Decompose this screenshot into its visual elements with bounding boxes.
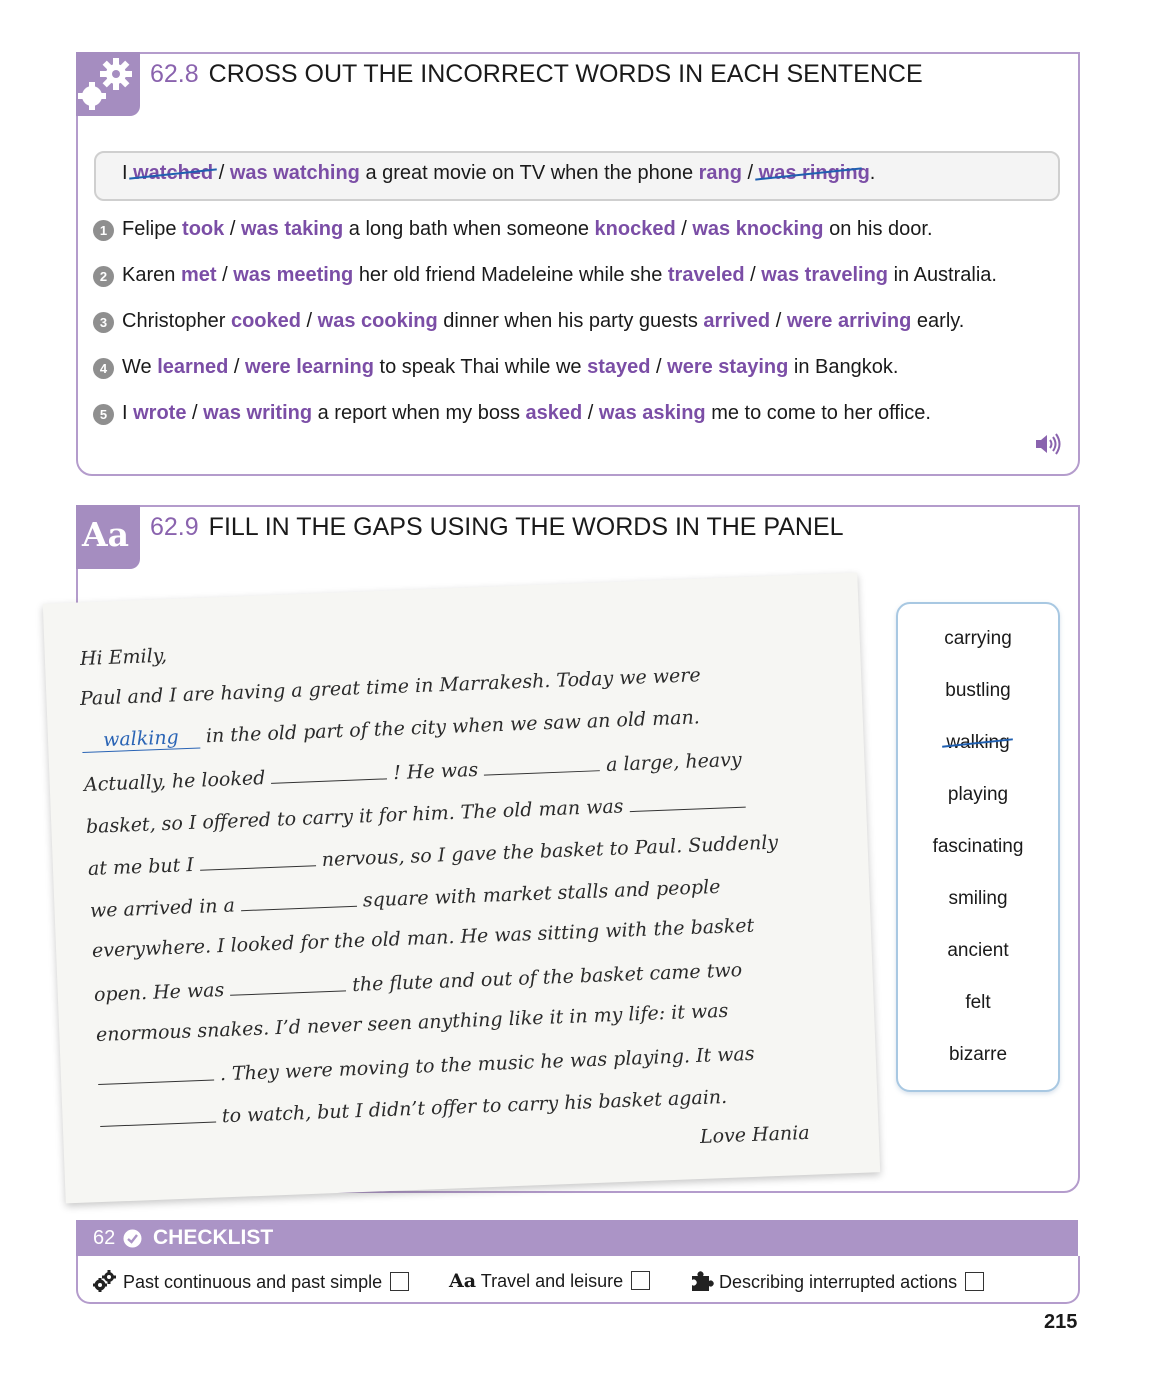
word-option[interactable]: playing	[898, 784, 1058, 806]
word-option[interactable]: bustling	[898, 680, 1058, 702]
item-number-badge: 1	[93, 220, 114, 241]
crossed-option: was ringin	[758, 162, 858, 184]
page-number: 215	[1044, 1311, 1078, 1333]
checklist-header: 62 CHECKLIST	[76, 1220, 1078, 1256]
word-option[interactable]: ancient	[898, 940, 1058, 962]
exercise-sentence: We learned / were learning to speak Thai…	[122, 356, 899, 378]
letter-signature: Love Hania	[699, 1121, 810, 1148]
item-number-badge: 2	[93, 266, 114, 287]
gap-blank[interactable]	[99, 1107, 217, 1127]
option-d[interactable]: was asking	[599, 402, 706, 424]
audio-speaker-icon[interactable]	[1034, 432, 1062, 456]
option-d[interactable]: were staying	[667, 356, 788, 378]
gap-blank[interactable]	[97, 1065, 215, 1085]
correct-option: was watching	[229, 162, 360, 184]
option-b[interactable]: was writing	[203, 402, 312, 424]
exercise-title: 62.9 FILL IN THE GAPS USING THE WORDS IN …	[150, 513, 844, 542]
option-d[interactable]: were arriving	[787, 310, 912, 332]
example-sentence: I watched / was watching a great movie o…	[122, 162, 876, 184]
word-panel: carrying bustling walking playing fascin…	[896, 602, 1060, 1092]
puzzle-piece-icon	[692, 1271, 714, 1291]
option-a[interactable]: met	[181, 264, 217, 286]
vocabulary-icon: Aa	[82, 515, 129, 554]
checklist-item: Aa Travel and leisure	[449, 1270, 651, 1292]
item-number-badge: 5	[93, 404, 114, 425]
gap-blank[interactable]	[199, 851, 316, 871]
gap-blank[interactable]	[229, 976, 347, 996]
word-option[interactable]: bizarre	[898, 1044, 1058, 1066]
option-a[interactable]: cooked	[231, 310, 301, 332]
crossed-option: watched	[133, 162, 214, 184]
gap-blank[interactable]	[240, 891, 358, 912]
exercise-tab-vocabulary: Aa	[76, 505, 140, 569]
vocabulary-icon: Aa	[449, 1270, 477, 1292]
correct-option: rang	[698, 162, 742, 184]
gap-blank[interactable]	[270, 764, 388, 784]
exercise-sentence: Christopher cooked / was cooking dinner …	[122, 310, 965, 332]
gap-blank[interactable]	[483, 756, 601, 776]
checklist-item: Describing interrupted actions	[690, 1270, 985, 1293]
option-c[interactable]: traveled	[668, 264, 745, 286]
letter-greeting: Hi Emily,	[79, 644, 168, 670]
exercise-number: 62.8	[150, 60, 199, 88]
checklist-title: CHECKLIST	[153, 1226, 274, 1249]
checklist-number: 62	[93, 1227, 116, 1249]
item-number-badge: 3	[93, 312, 114, 333]
option-b[interactable]: was meeting	[233, 264, 353, 286]
checklist-item: Past continuous and past simple	[92, 1270, 410, 1293]
exercise-heading: FILL IN THE GAPS USING THE WORDS IN THE …	[208, 513, 844, 541]
option-d[interactable]: was knocking	[692, 218, 823, 240]
checkbox[interactable]	[965, 1272, 985, 1291]
word-option[interactable]: smiling	[898, 888, 1058, 910]
item-number-badge: 4	[93, 358, 114, 379]
gap-answer[interactable]: walking	[81, 725, 201, 753]
word-option-used[interactable]: walking	[898, 732, 1058, 754]
option-a[interactable]: took	[182, 218, 224, 240]
exercise-heading: CROSS OUT THE INCORRECT WORDS IN EACH SE…	[208, 60, 923, 88]
checkbox[interactable]	[631, 1271, 651, 1290]
option-a[interactable]: learned	[157, 356, 228, 378]
gears-icon	[93, 1270, 116, 1292]
word-option[interactable]: felt	[898, 992, 1058, 1014]
exercise-number: 62.9	[150, 513, 199, 541]
exercise-title: 62.8 CROSS OUT THE INCORRECT WORDS IN EAC…	[150, 60, 923, 89]
option-b[interactable]: were learning	[245, 356, 374, 378]
exercise-sentence: Karen met / was meeting her old friend M…	[122, 264, 997, 286]
gap-blank[interactable]	[629, 792, 746, 813]
option-a[interactable]: wrote	[133, 402, 186, 424]
option-b[interactable]: was taking	[241, 218, 343, 240]
gears-icon	[78, 58, 132, 110]
option-c[interactable]: stayed	[587, 356, 650, 378]
check-circle-icon	[123, 1229, 142, 1248]
option-c[interactable]: arrived	[703, 310, 770, 332]
exercise-sentence: Felipe took / was taking a long bath whe…	[122, 218, 933, 240]
exercise-tab-gears	[76, 52, 140, 116]
option-d[interactable]: was traveling	[761, 264, 888, 286]
checkbox[interactable]	[390, 1272, 410, 1291]
option-b[interactable]: was cooking	[318, 310, 438, 332]
option-c[interactable]: knocked	[595, 218, 676, 240]
option-c[interactable]: asked	[526, 402, 583, 424]
exercise-sentence: I wrote / was writing a report when my b…	[122, 402, 931, 424]
word-option[interactable]: fascinating	[898, 836, 1058, 858]
word-option[interactable]: carrying	[898, 628, 1058, 650]
